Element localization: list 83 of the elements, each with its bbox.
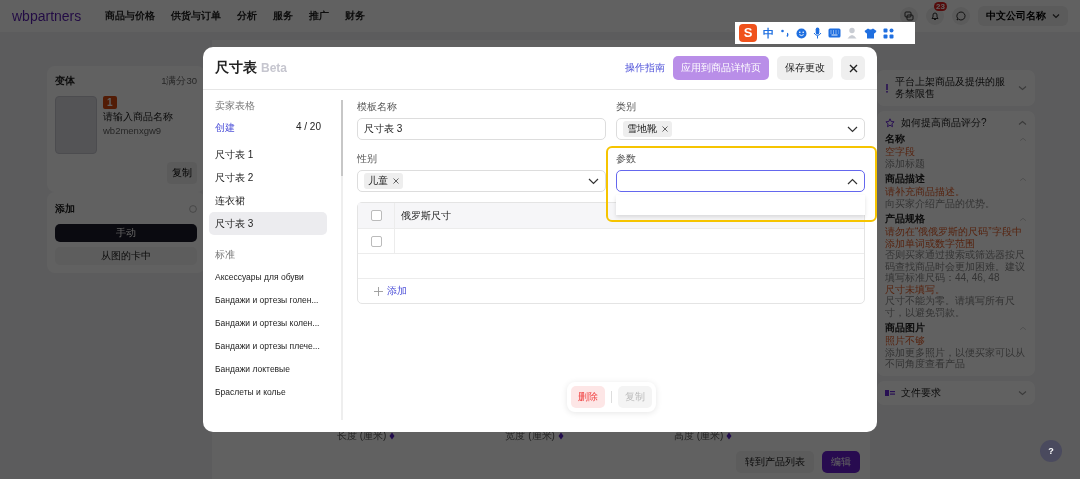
language-mode[interactable]: 中 (763, 25, 774, 41)
ime-logo[interactable]: S (739, 24, 757, 42)
tag: 雪地靴 (623, 121, 672, 137)
template-item[interactable]: 连衣裙 (209, 189, 327, 212)
grid-icon[interactable] (883, 27, 894, 39)
field-label: 参数 (616, 152, 637, 166)
warning-text: 照片不够 (885, 335, 926, 347)
template-item[interactable]: Аксессуары для обуви (209, 266, 327, 289)
chevron-down-icon (588, 177, 599, 185)
notification-badge: 23 (934, 2, 947, 11)
save-button[interactable]: 保存更改 (777, 56, 833, 80)
chevron-icon[interactable] (1018, 85, 1027, 91)
close-icon (848, 63, 858, 73)
create-link[interactable]: 创建 (215, 121, 235, 135)
diamond-icon (726, 432, 733, 440)
chat-icon[interactable] (900, 7, 918, 25)
scrollbar-thumb[interactable] (341, 100, 343, 176)
guide-link[interactable]: 操作指南 (625, 61, 665, 75)
help-button[interactable]: ? (1040, 440, 1062, 462)
column-header: 俄罗斯尺寸 (401, 208, 451, 223)
template-item[interactable]: Бандажи и ортезы голен... (209, 289, 327, 312)
section-title: 商品描述 (885, 172, 925, 186)
template-item[interactable]: Браслеты и колье (209, 381, 327, 404)
template-item[interactable]: Бандажи локтевые (209, 358, 327, 381)
section-title: 商品图片 (885, 321, 925, 335)
card-title: 添加 (55, 202, 75, 216)
template-item[interactable]: 尺寸表 3 (209, 212, 327, 235)
product-name: 请输入商品名称 (103, 110, 173, 124)
checkbox[interactable] (370, 210, 382, 221)
add-button[interactable]: 手动 (55, 224, 197, 242)
select-field[interactable]: 儿童 (357, 170, 606, 192)
action-button[interactable]: 删除 (570, 386, 605, 408)
add-row-link[interactable]: 添加 (374, 284, 407, 298)
template-item[interactable]: Бандажи и ортезы колен... (209, 312, 327, 335)
support-icon[interactable] (952, 7, 970, 25)
section-title: 产品规格 (885, 212, 925, 226)
document-icon (885, 389, 895, 396)
checkbox[interactable] (370, 235, 382, 247)
field-label: 模板名称 (357, 100, 398, 114)
diamond-icon (557, 432, 564, 440)
shirt-icon[interactable] (864, 27, 877, 39)
section-title: 名称 (885, 132, 905, 146)
remove-icon[interactable] (662, 126, 668, 132)
person-icon[interactable] (847, 27, 858, 39)
tag: 儿童 (364, 173, 403, 189)
warning-text: 请补充商品描述。 (885, 186, 966, 198)
input-field[interactable]: 尺寸表 3 (357, 118, 606, 140)
exclamation-icon (885, 83, 889, 93)
dialog-title: 尺寸表 (215, 59, 257, 77)
select-field[interactable]: 雪地靴 (616, 118, 865, 140)
punctuation-icon[interactable] (780, 28, 790, 38)
diamond-icon (389, 432, 396, 440)
warning-text: 空字段 (885, 146, 916, 158)
template-count: 4 / 20 (295, 121, 321, 134)
template-item[interactable]: 尺寸表 2 (209, 166, 327, 189)
section-heading: 卖家表格 (214, 100, 256, 113)
select-field[interactable] (616, 170, 865, 192)
field-label: 性别 (357, 152, 378, 166)
chevron-down-icon (847, 125, 858, 133)
microphone-icon[interactable] (813, 27, 822, 39)
tip-title: 文件要求 (901, 386, 942, 399)
warning-text: 请勿在“俄俄罗斯的尺码”字段中添加单词或数字范围 (885, 226, 1023, 249)
warning-text: 尺寸未填写。 (885, 283, 946, 295)
bell-icon[interactable] (926, 7, 944, 25)
template-item[interactable]: 尺寸表 1 (209, 143, 327, 166)
chevron-icon[interactable] (1018, 120, 1027, 126)
tip-title: 如何提高商品评分? (901, 117, 988, 129)
chevron-icon[interactable] (1018, 389, 1027, 396)
close-button[interactable] (841, 56, 865, 80)
keyboard-icon[interactable] (828, 28, 841, 38)
plus-icon (374, 286, 383, 296)
template-item[interactable]: Бандажи и ортезы плече... (209, 335, 327, 358)
card-title: 变体 (55, 74, 75, 88)
product-sku: wb2menxgw9 (103, 125, 162, 136)
number-badge: 1 (103, 96, 117, 109)
emoji-icon[interactable] (796, 27, 807, 39)
beta-label: Beta (261, 61, 287, 75)
chevron-down-icon (1052, 13, 1060, 19)
star-icon (885, 118, 895, 128)
remove-icon[interactable] (393, 178, 399, 184)
chevron-icon (847, 177, 858, 185)
section-heading: 标准 (214, 249, 236, 262)
field-label: 类别 (616, 100, 637, 114)
